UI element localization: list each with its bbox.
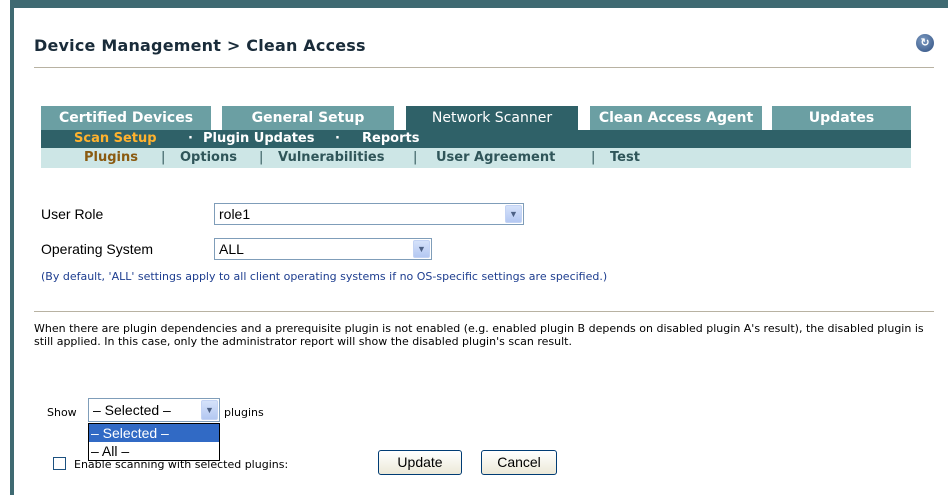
page-title: Device Management > Clean Access (34, 36, 366, 55)
tab-clean-access-agent[interactable]: Clean Access Agent (590, 106, 762, 130)
user-role-value: role1 (219, 206, 251, 222)
plugin-dependency-note: When there are plugin dependencies and a… (34, 322, 924, 348)
top-frame-bar (10, 0, 948, 8)
os-select[interactable]: ALL ▼ (214, 238, 432, 260)
subsubnav-separator: | (413, 150, 418, 165)
subsubnav-vulnerabilities[interactable]: Vulnerabilities (278, 148, 384, 168)
subnav-reports[interactable]: Reports (362, 130, 419, 148)
tab-network-scanner[interactable]: Network Scanner (406, 106, 578, 130)
subnav-separator: · (335, 131, 340, 146)
user-role-select[interactable]: role1 ▼ (214, 203, 524, 225)
dropdown-option-selected[interactable]: – Selected – (89, 424, 219, 442)
tab-certified-devices[interactable]: Certified Devices (41, 106, 211, 130)
show-plugins-dropdown-list: – Selected – – All – (88, 423, 220, 461)
tab-general-setup[interactable]: General Setup (222, 106, 394, 130)
os-note: (By default, 'ALL' settings apply to all… (41, 270, 608, 283)
subsubnav-options[interactable]: Options (180, 148, 237, 168)
enable-scanning-checkbox[interactable] (53, 457, 66, 470)
refresh-icon[interactable]: ↻ (916, 34, 934, 52)
plugins-suffix-label: plugins (224, 406, 264, 419)
update-button[interactable]: Update (378, 450, 462, 475)
subsubnav-separator: | (259, 150, 264, 165)
show-label: Show (47, 406, 77, 419)
subsubnav-separator: | (591, 150, 596, 165)
subsubnav-bar: Plugins | Options | Vulnerabilities | Us… (41, 148, 911, 168)
enable-scanning-label: Enable scanning with selected plugins: (74, 458, 289, 471)
user-role-label: User Role (41, 206, 104, 222)
subsubnav-user-agreement[interactable]: User Agreement (436, 148, 555, 168)
title-divider (34, 67, 934, 68)
show-plugins-value: – Selected – (93, 402, 171, 418)
left-frame-bar (10, 0, 14, 495)
chevron-down-icon[interactable]: ▼ (505, 205, 522, 223)
os-label: Operating System (41, 241, 154, 257)
chevron-down-icon[interactable]: ▼ (413, 240, 430, 258)
show-plugins-select[interactable]: – Selected – ▼ (88, 398, 220, 422)
chevron-down-icon[interactable]: ▼ (201, 400, 218, 420)
subsubnav-test[interactable]: Test (610, 148, 640, 168)
subnav-bar: Scan Setup · Plugin Updates · Reports (41, 130, 911, 148)
subnav-scan-setup[interactable]: Scan Setup (74, 130, 157, 148)
cancel-button[interactable]: Cancel (481, 450, 557, 475)
section-divider (34, 311, 934, 312)
subsubnav-separator: | (161, 150, 166, 165)
tab-updates[interactable]: Updates (772, 106, 911, 130)
subsubnav-plugins[interactable]: Plugins (84, 148, 138, 168)
subnav-plugin-updates[interactable]: Plugin Updates (203, 130, 315, 148)
os-value: ALL (219, 241, 244, 257)
subnav-separator: · (188, 131, 193, 146)
